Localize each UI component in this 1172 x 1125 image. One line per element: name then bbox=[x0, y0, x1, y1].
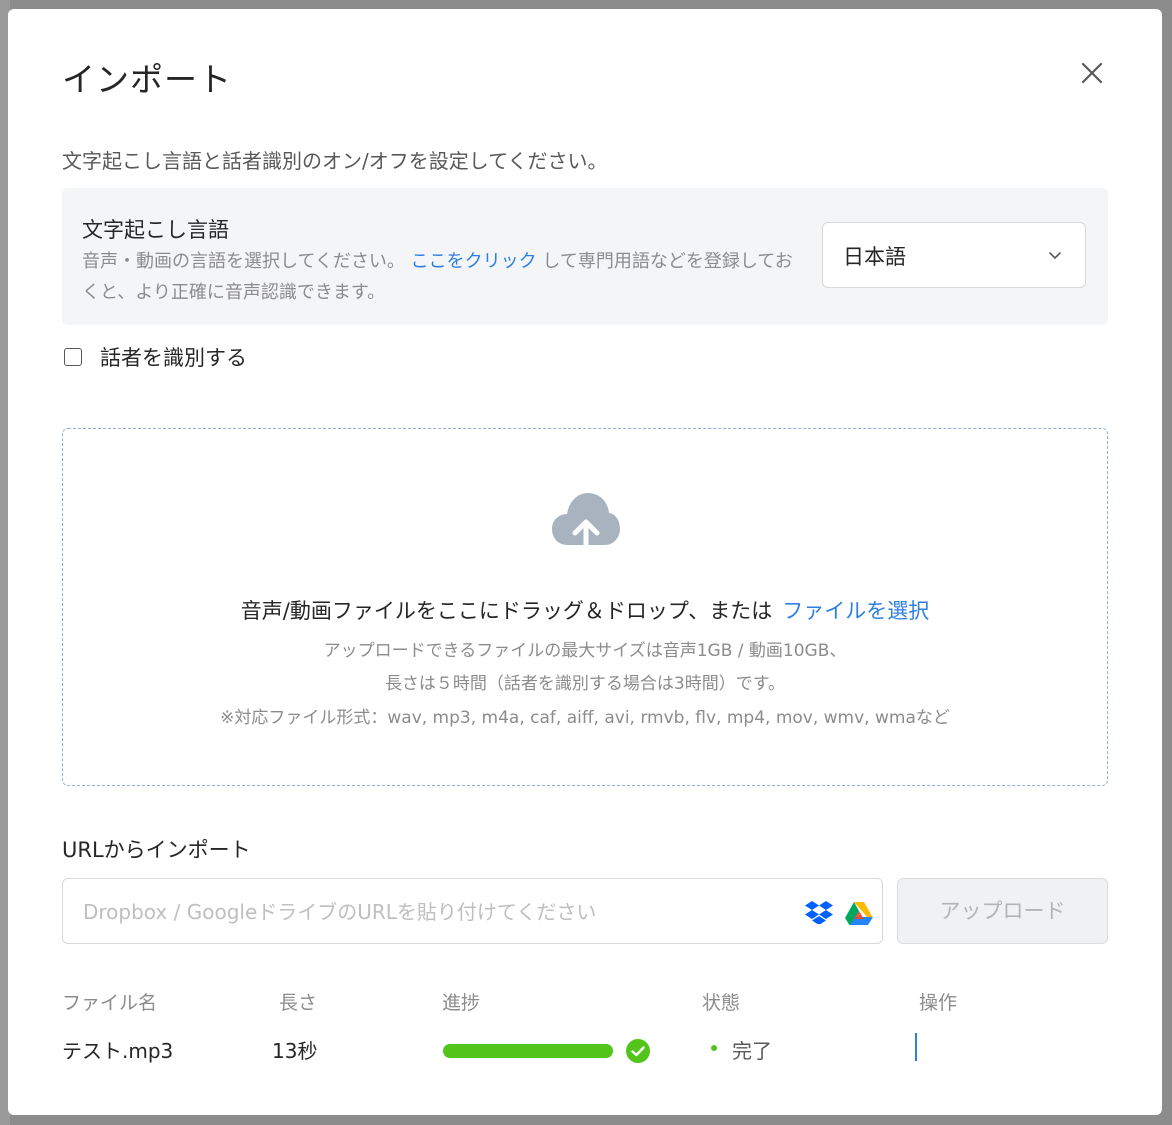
progress-bar bbox=[443, 1044, 613, 1058]
status-dot bbox=[711, 1045, 717, 1051]
dialog-title: インポート bbox=[62, 60, 232, 99]
table-header-progress: 進捗 bbox=[442, 992, 481, 1014]
language-desc-text: 音声・動画の言語を選択してください。 bbox=[82, 251, 405, 272]
terminology-link[interactable]: ここをクリック bbox=[411, 251, 537, 272]
check-circle-icon bbox=[626, 1039, 650, 1063]
dropzone-size-limit: アップロードできるファイルの最大サイズは音声1GB / 動画10GB、 bbox=[323, 641, 847, 661]
table-header-filename: ファイル名 bbox=[62, 992, 158, 1014]
import-dialog: インポート 文字起こし言語と話者識別のオン/オフを設定してください。 文字起こし… bbox=[8, 9, 1162, 1115]
url-import-title: URLからインポート bbox=[62, 838, 251, 862]
cloud-upload-icon bbox=[552, 493, 620, 555]
dropzone-length-limit: 長さは５時間（話者を識別する場合は3時間）です。 bbox=[384, 674, 786, 694]
chevron-down-icon bbox=[1049, 252, 1061, 259]
speaker-label: 話者を識別する bbox=[100, 346, 247, 370]
speaker-identification-option[interactable]: 話者を識別する bbox=[64, 343, 247, 371]
upload-button[interactable]: アップロード bbox=[897, 878, 1108, 944]
select-file-link[interactable]: ファイルを選択 bbox=[782, 599, 929, 623]
dropzone-formats: ※対応ファイル形式：wav, mp3, m4a, caf, aiff, avi,… bbox=[220, 708, 950, 728]
table-header-length: 長さ bbox=[279, 992, 318, 1014]
dialog-subtitle: 文字起こし言語と話者識別のオン/オフを設定してください。 bbox=[62, 149, 608, 173]
file-name: テスト.mp3 bbox=[62, 1039, 174, 1063]
url-input-box bbox=[62, 878, 883, 945]
file-dropzone[interactable]: 音声/動画ファイルをここにドラッグ＆ドロップ、または ファイルを選択 アップロード… bbox=[62, 428, 1108, 786]
file-length: 13秒 bbox=[272, 1039, 318, 1063]
language-select[interactable]: 日本語 bbox=[822, 222, 1086, 288]
close-button[interactable] bbox=[1076, 57, 1108, 89]
language-select-value: 日本語 bbox=[843, 245, 906, 269]
language-panel: 文字起こし言語 音声・動画の言語を選択してください。 ここをクリック して専門用… bbox=[62, 188, 1108, 325]
dropbox-icon[interactable] bbox=[805, 900, 833, 924]
close-icon bbox=[1081, 62, 1103, 84]
language-description: 音声・動画の言語を選択してください。 ここをクリック して専門用語などを登録して… bbox=[82, 246, 802, 308]
speaker-checkbox[interactable] bbox=[64, 348, 82, 366]
progress-bar-fill bbox=[443, 1044, 613, 1058]
google-drive-icon[interactable] bbox=[845, 901, 873, 925]
status-text: 完了 bbox=[732, 1039, 772, 1063]
action-cell[interactable] bbox=[915, 1033, 917, 1061]
dropzone-text: 音声/動画ファイルをここにドラッグ＆ドロップ、または bbox=[240, 599, 773, 623]
table-header-status: 状態 bbox=[702, 992, 741, 1014]
language-title: 文字起こし言語 bbox=[82, 218, 229, 242]
dropzone-instruction: 音声/動画ファイルをここにドラッグ＆ドロップ、または ファイルを選択 bbox=[63, 595, 1107, 625]
table-header-actions: 操作 bbox=[919, 992, 958, 1014]
url-input[interactable] bbox=[81, 879, 785, 945]
